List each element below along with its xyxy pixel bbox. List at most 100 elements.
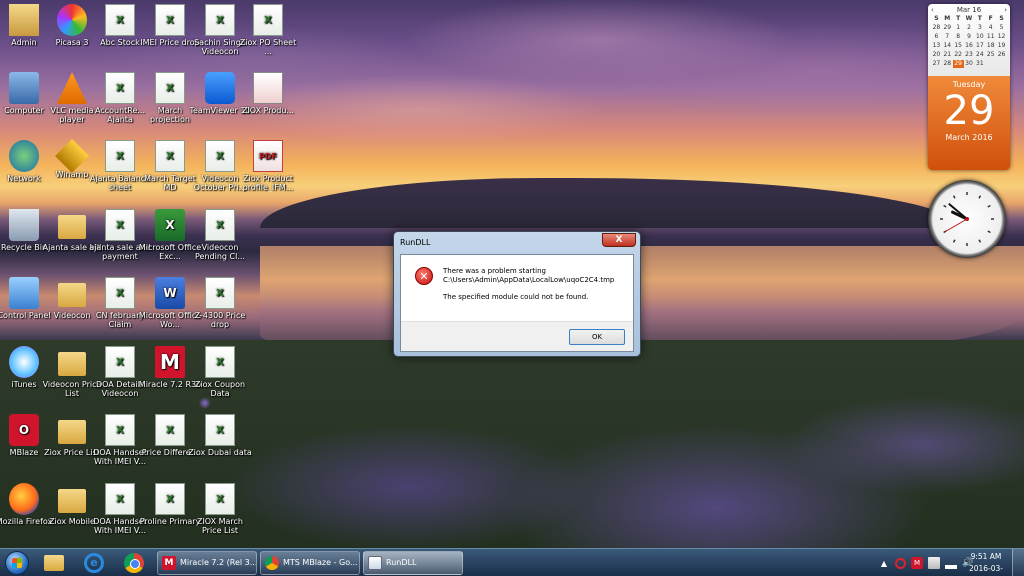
calendar-day[interactable]: 17 xyxy=(974,42,985,50)
calendar-day[interactable]: 30 xyxy=(964,60,975,68)
calendar-weekday-header: T xyxy=(977,15,982,22)
calendar-day[interactable]: 22 xyxy=(953,51,964,59)
calendar-day[interactable]: 5 xyxy=(996,24,1007,32)
calendar-day[interactable]: 3 xyxy=(974,24,985,32)
calendar-day[interactable]: 28 xyxy=(931,24,942,32)
calendar-day[interactable]: 27 xyxy=(931,60,942,68)
xls-icon: X xyxy=(155,414,185,446)
desktop-icon-label: Z-4300 Price drop xyxy=(194,311,246,329)
dialog-close-button[interactable]: X xyxy=(602,233,636,247)
mblaze-tray-icon[interactable]: M xyxy=(911,557,923,569)
pinned-chrome[interactable] xyxy=(114,549,154,576)
calendar-day[interactable]: 11 xyxy=(985,33,996,41)
calendar-today[interactable]: 29 xyxy=(952,60,964,68)
system-tray: ▲ M 🔊 xyxy=(878,549,974,576)
calendar-weekday-header: S xyxy=(934,15,939,22)
calendar-day[interactable]: 25 xyxy=(985,51,996,59)
windows-logo-icon xyxy=(5,550,29,575)
xls-icon: X xyxy=(205,140,235,172)
taskbar-task[interactable]: RunDLL xyxy=(363,550,463,575)
calendar-day[interactable]: 10 xyxy=(974,33,985,41)
calendar-day[interactable]: 28 xyxy=(942,60,953,68)
calendar-day[interactable]: 24 xyxy=(974,51,985,59)
calendar-day[interactable]: 13 xyxy=(931,42,942,50)
teamviewer-icon xyxy=(205,72,235,104)
calendar-day[interactable]: 16 xyxy=(964,42,975,50)
ok-button[interactable]: OK xyxy=(569,329,625,345)
calendar-day[interactable]: 15 xyxy=(953,42,964,50)
taskbar-task[interactable]: MTS MBlaze - Go... xyxy=(260,550,360,575)
opera-icon[interactable] xyxy=(895,557,906,569)
xls-icon: X xyxy=(105,140,135,172)
action-center-flag-icon[interactable] xyxy=(928,557,940,569)
calendar-day[interactable]: 23 xyxy=(964,51,975,59)
network-icon[interactable] xyxy=(945,557,957,569)
desktop-icon[interactable]: PDF Ziox Product profile_IFM... xyxy=(236,140,300,206)
calendar-day[interactable]: 26 xyxy=(996,51,1007,59)
calendar-day[interactable]: 2 xyxy=(964,24,975,32)
calendar-month-label: Mar 16 xyxy=(956,6,982,14)
pinned-internet-explorer[interactable]: e xyxy=(74,549,114,576)
calendar-day[interactable]: 29 xyxy=(942,24,953,32)
calendar-day[interactable]: 19 xyxy=(996,42,1007,50)
folder-icon xyxy=(58,283,86,307)
clock-center xyxy=(965,217,969,221)
internet-explorer-icon: e xyxy=(84,552,104,573)
xls-icon: X xyxy=(205,414,235,446)
user-icon xyxy=(9,4,39,36)
dialog-title: RunDLL xyxy=(400,237,431,247)
calendar-day[interactable]: 8 xyxy=(953,33,964,41)
calendar-day[interactable]: 31 xyxy=(974,60,985,68)
taskbar-clock[interactable]: 9:51 AM 2016-03-29 xyxy=(966,551,1006,576)
calendar-day[interactable]: 18 xyxy=(985,42,996,50)
recycle-icon xyxy=(9,209,39,241)
xls-icon: X xyxy=(155,72,185,104)
calendar-day[interactable]: 12 xyxy=(996,33,1007,41)
folder-icon xyxy=(44,554,64,571)
calendar-day[interactable]: 20 xyxy=(931,51,942,59)
taskbar-tasks: M Miracle 7.2 (Rel 3.... MTS MBlaze - Go..… xyxy=(154,550,463,575)
show-desktop-button[interactable] xyxy=(1012,549,1024,576)
calendar-day[interactable]: 6 xyxy=(931,33,942,41)
calendar-day[interactable]: 7 xyxy=(942,33,953,41)
vlc-icon xyxy=(57,72,87,104)
xls-icon: X xyxy=(105,483,135,515)
desktop-icon[interactable]: X Z-4300 Price drop xyxy=(188,277,252,343)
itunes-icon xyxy=(9,346,39,378)
desktop-icon[interactable]: X Videocon Pending Cl... xyxy=(188,209,252,275)
xls-icon: X xyxy=(205,4,235,36)
show-hidden-icons-icon[interactable]: ▲ xyxy=(878,557,890,569)
calendar-prev-button[interactable]: ‹ xyxy=(931,6,934,14)
pinned-explorer[interactable] xyxy=(34,549,74,576)
taskbar-task-label: Miracle 7.2 (Rel 3.... xyxy=(180,558,257,567)
calendar-day[interactable]: 9 xyxy=(964,33,975,41)
chrome-icon xyxy=(124,552,144,573)
folder-icon xyxy=(58,420,86,444)
picasa-icon xyxy=(57,4,87,36)
desktop-icon[interactable]: X Ziox Coupon Data xyxy=(188,346,252,412)
desktop-icon[interactable]: X ZIOX March Price List xyxy=(188,483,252,549)
calendar-day[interactable]: 1 xyxy=(953,24,964,32)
rundll-dialog[interactable]: RunDLL X ✕ There was a problem starting … xyxy=(393,231,641,357)
calendar-weekday-header: M xyxy=(944,15,951,22)
control-icon xyxy=(9,277,39,309)
xls-icon: X xyxy=(105,72,135,104)
dialog-titlebar[interactable]: RunDLL X xyxy=(394,232,640,252)
desktop-icon[interactable]: X Ziox Dubai data xyxy=(188,414,252,480)
calendar-month-year: March 2016 xyxy=(945,133,993,142)
calendar-next-button[interactable]: › xyxy=(1004,6,1007,14)
desktop-icon[interactable]: ZIOX Produ... xyxy=(236,72,300,138)
calendar-day[interactable]: 21 xyxy=(942,51,953,59)
close-icon: X xyxy=(615,235,623,245)
winamp-icon xyxy=(55,139,89,173)
calendar-day[interactable]: 4 xyxy=(985,24,996,32)
error-icon: ✕ xyxy=(415,267,433,285)
calendar-gadget[interactable]: ‹ Mar 16 › S M T W T F S 28 29 1 2 3 4 5 6 7 8 9 10 11 12 13 1… xyxy=(928,4,1010,170)
clock-gadget[interactable] xyxy=(928,180,1006,258)
firefox-icon xyxy=(9,483,39,515)
desktop-icon[interactable]: X Ziox PO Sheet ... xyxy=(236,4,300,70)
chrome-icon xyxy=(265,555,279,570)
taskbar-task[interactable]: M Miracle 7.2 (Rel 3.... xyxy=(157,550,257,575)
start-button[interactable] xyxy=(0,549,34,576)
calendar-day[interactable]: 14 xyxy=(942,42,953,50)
